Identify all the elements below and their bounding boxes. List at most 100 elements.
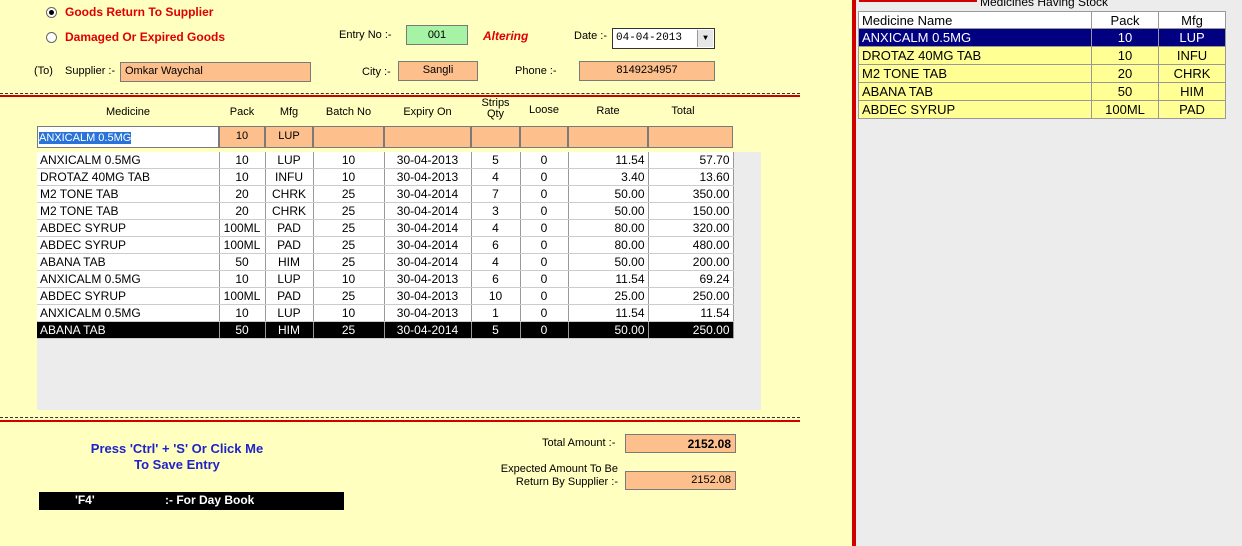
cell-medicine[interactable]: ABANA TAB	[37, 253, 220, 271]
cell-qty[interactable]: 5	[471, 152, 521, 169]
cell-loose[interactable]: 0	[520, 236, 569, 254]
cell-loose[interactable]: 0	[520, 304, 569, 322]
cell-qty[interactable]: 5	[471, 321, 521, 339]
cell-rate[interactable]: 50.00	[568, 185, 649, 203]
cell-total[interactable]: 13.60	[648, 168, 734, 186]
stock-row[interactable]: ANXICALM 0.5MG 10 LUP	[858, 28, 1226, 47]
cell-qty[interactable]: 10	[471, 287, 521, 305]
cell-rate[interactable]: 11.54	[568, 270, 649, 288]
save-entry-button[interactable]: Press 'Ctrl' + 'S' Or Click Me To Save E…	[60, 441, 294, 473]
cell-loose[interactable]: 0	[520, 219, 569, 237]
cell-rate[interactable]: 80.00	[568, 236, 649, 254]
stock-cell-pack[interactable]: 10	[1091, 28, 1159, 47]
cell-batch[interactable]: 10	[313, 304, 385, 322]
cell-expiry[interactable]: 30-04-2014	[384, 202, 472, 220]
cell-rate[interactable]: 11.54	[568, 152, 649, 169]
cell-medicine[interactable]: M2 TONE TAB	[37, 185, 220, 203]
cell-mfg[interactable]: CHRK	[265, 202, 314, 220]
cell-loose[interactable]: 0	[520, 287, 569, 305]
cell-batch[interactable]: 25	[313, 321, 385, 339]
table-row[interactable]: ABDEC SYRUP 100ML PAD 25 30-04-2014 4 0 80.00 32…	[37, 219, 734, 237]
cell-medicine[interactable]: ANXICALM 0.5MG	[37, 304, 220, 322]
cell-medicine[interactable]: ANXICALM 0.5MG	[37, 152, 220, 169]
cell-expiry[interactable]: 30-04-2014	[384, 219, 472, 237]
stock-cell-pack[interactable]: 20	[1091, 64, 1159, 83]
cell-mfg[interactable]: HIM	[265, 321, 314, 339]
stock-cell-pack[interactable]: 10	[1091, 46, 1159, 65]
table-row[interactable]: ABDEC SYRUP 100ML PAD 25 30-04-2013 10 0 25.00 2…	[37, 287, 734, 305]
cell-rate[interactable]: 50.00	[568, 202, 649, 220]
cell-expiry[interactable]: 30-04-2014	[384, 321, 472, 339]
cell-total[interactable]: 150.00	[648, 202, 734, 220]
cell-rate[interactable]: 50.00	[568, 321, 649, 339]
stock-cell-pack[interactable]: 50	[1091, 82, 1159, 101]
expected-amount-field[interactable]: 2152.08	[625, 471, 736, 490]
cell-qty[interactable]: 7	[471, 185, 521, 203]
cell-batch[interactable]: 25	[313, 219, 385, 237]
stock-cell-mfg[interactable]: LUP	[1158, 28, 1226, 47]
cell-mfg[interactable]: LUP	[265, 152, 314, 169]
cell-rate[interactable]: 50.00	[568, 253, 649, 271]
stock-cell-name[interactable]: ABDEC SYRUP	[858, 100, 1092, 119]
radio-goods-return[interactable]: Goods Return To Supplier	[46, 5, 213, 19]
stock-row[interactable]: ABANA TAB 50 HIM	[858, 82, 1226, 101]
table-row[interactable]: ABANA TAB 50 HIM 25 30-04-2014 5 0 50.00 250.00	[37, 321, 734, 339]
cell-rate[interactable]: 11.54	[568, 304, 649, 322]
cell-loose[interactable]: 0	[520, 152, 569, 169]
stock-cell-mfg[interactable]: PAD	[1158, 100, 1226, 119]
stock-cell-mfg[interactable]: CHRK	[1158, 64, 1226, 83]
cell-mfg[interactable]: PAD	[265, 236, 314, 254]
cell-mfg[interactable]: CHRK	[265, 185, 314, 203]
stock-cell-mfg[interactable]: INFU	[1158, 46, 1226, 65]
stock-row[interactable]: M2 TONE TAB 20 CHRK	[858, 64, 1226, 83]
cell-rate[interactable]: 3.40	[568, 168, 649, 186]
cell-pack[interactable]: 20	[219, 185, 266, 203]
cell-batch[interactable]: 25	[313, 236, 385, 254]
cell-total[interactable]: 250.00	[648, 321, 734, 339]
stock-cell-pack[interactable]: 100ML	[1091, 100, 1159, 119]
cell-pack[interactable]: 10	[219, 168, 266, 186]
cell-total[interactable]: 320.00	[648, 219, 734, 237]
phone-field[interactable]: 8149234957	[579, 61, 715, 81]
cell-expiry[interactable]: 30-04-2013	[384, 152, 472, 169]
cell-expiry[interactable]: 30-04-2013	[384, 304, 472, 322]
cell-loose[interactable]: 0	[520, 168, 569, 186]
expiry-input[interactable]	[384, 126, 471, 148]
cell-qty[interactable]: 6	[471, 236, 521, 254]
table-row[interactable]: ANXICALM 0.5MG 10 LUP 10 30-04-2013 1 0 11.54 11…	[37, 304, 734, 322]
rate-input[interactable]	[568, 126, 648, 148]
cell-pack[interactable]: 50	[219, 253, 266, 271]
batch-input[interactable]	[313, 126, 384, 148]
cell-pack[interactable]: 100ML	[219, 287, 266, 305]
cell-mfg[interactable]: LUP	[265, 270, 314, 288]
table-row[interactable]: ABDEC SYRUP 100ML PAD 25 30-04-2014 6 0 80.00 48…	[37, 236, 734, 254]
cell-qty[interactable]: 1	[471, 304, 521, 322]
cell-pack[interactable]: 50	[219, 321, 266, 339]
cell-loose[interactable]: 0	[520, 185, 569, 203]
cell-expiry[interactable]: 30-04-2014	[384, 253, 472, 271]
stock-cell-mfg[interactable]: HIM	[1158, 82, 1226, 101]
medicine-input[interactable]: ANXICALM 0.5MG	[37, 126, 219, 148]
cell-expiry[interactable]: 30-04-2013	[384, 287, 472, 305]
cell-batch[interactable]: 25	[313, 287, 385, 305]
cell-pack[interactable]: 20	[219, 202, 266, 220]
cell-qty[interactable]: 3	[471, 202, 521, 220]
entry-no-field[interactable]: 001	[406, 25, 468, 45]
table-row[interactable]: ANXICALM 0.5MG 10 LUP 10 30-04-2013 6 0 11.54 69…	[37, 270, 734, 288]
date-picker[interactable]: 04-04-2013 ▼	[612, 28, 715, 49]
loose-input[interactable]	[520, 126, 568, 148]
stock-cell-name[interactable]: DROTAZ 40MG TAB	[858, 46, 1092, 65]
cell-medicine[interactable]: ANXICALM 0.5MG	[37, 270, 220, 288]
table-row[interactable]: DROTAZ 40MG TAB 10 INFU 10 30-04-2013 4 0 3.40 1…	[37, 168, 734, 186]
cell-expiry[interactable]: 30-04-2014	[384, 236, 472, 254]
cell-batch[interactable]: 10	[313, 270, 385, 288]
cell-medicine[interactable]: ABDEC SYRUP	[37, 219, 220, 237]
table-row[interactable]: ANXICALM 0.5MG 10 LUP 10 30-04-2013 5 0 11.54 57…	[37, 152, 734, 169]
cell-rate[interactable]: 80.00	[568, 219, 649, 237]
pack-input[interactable]: 10	[219, 126, 265, 148]
cell-expiry[interactable]: 30-04-2013	[384, 270, 472, 288]
qty-input[interactable]	[471, 126, 520, 148]
cell-pack[interactable]: 100ML	[219, 219, 266, 237]
table-row[interactable]: ABANA TAB 50 HIM 25 30-04-2014 4 0 50.00 200.00	[37, 253, 734, 271]
supplier-field[interactable]: Omkar Waychal	[120, 62, 311, 82]
